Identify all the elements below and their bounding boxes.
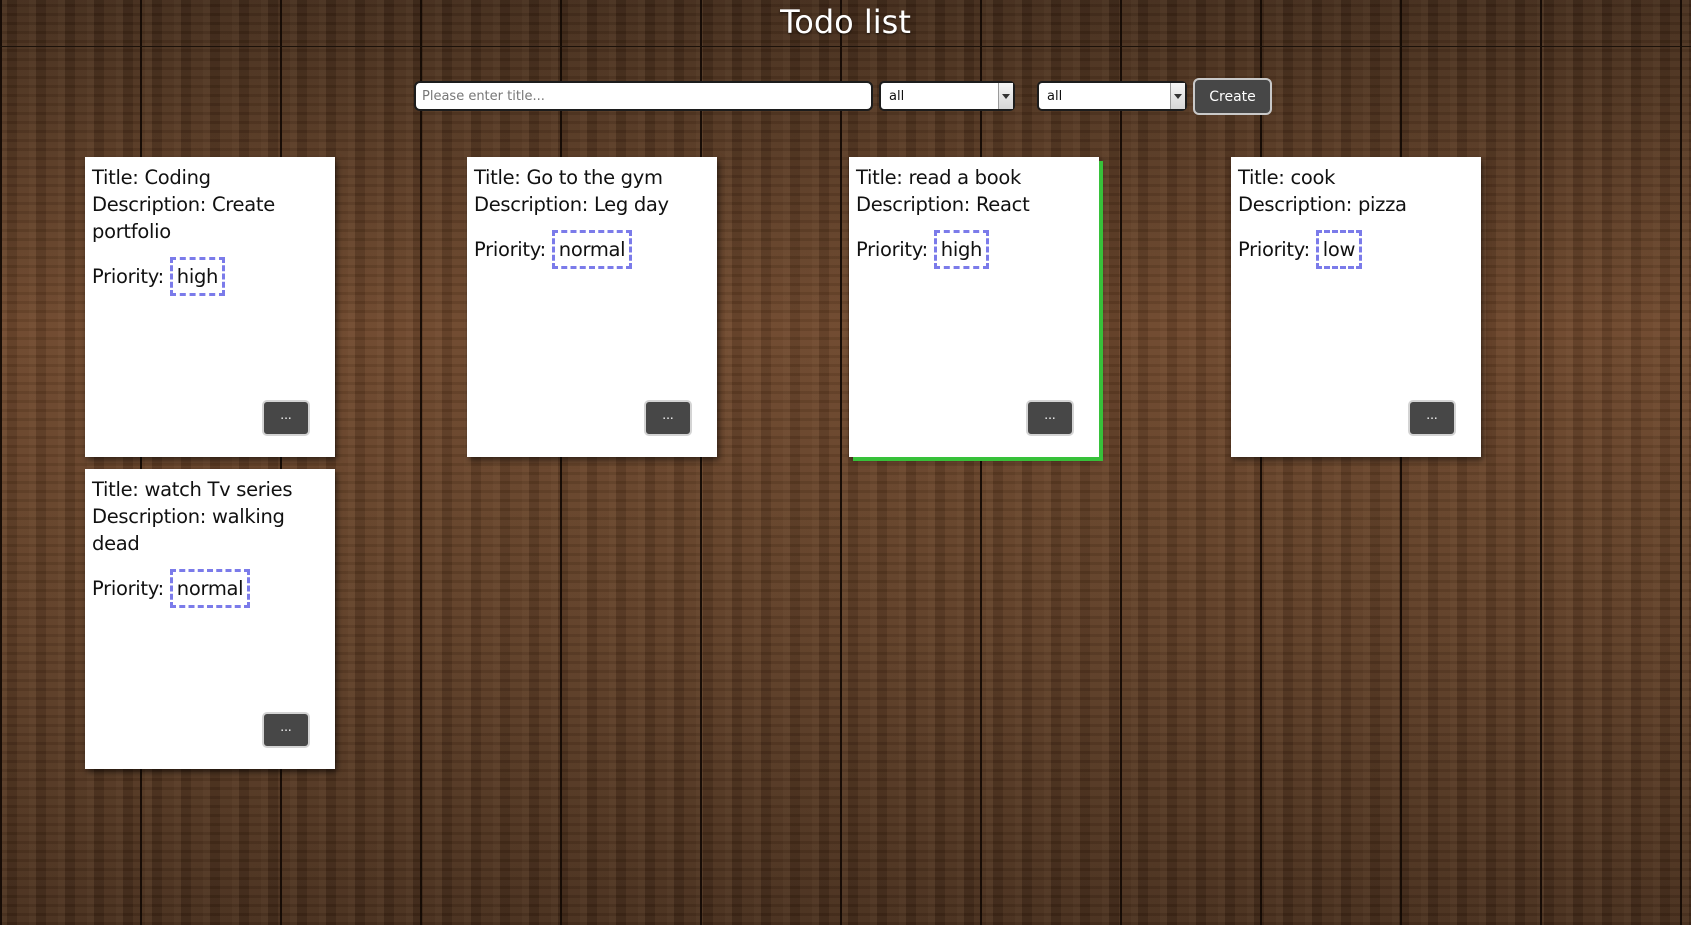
todo-title: Title: cook	[1238, 164, 1474, 191]
title-value: Coding	[144, 166, 211, 189]
todo-card: Title: Coding Description: Create portfo…	[85, 157, 335, 457]
description-label: Description:	[92, 505, 212, 528]
chevron-down-icon	[1170, 83, 1185, 109]
priority-filter-value: all	[889, 89, 905, 104]
todo-priority: Priority: normal	[92, 569, 328, 608]
todo-description: Description: Create portfolio	[92, 191, 328, 245]
more-options-button[interactable]: ...	[1408, 400, 1456, 436]
priority-label: Priority:	[474, 238, 552, 261]
description-value: Leg day	[593, 193, 669, 216]
title-input[interactable]	[414, 81, 873, 111]
todo-description: Description: pizza	[1238, 191, 1474, 218]
chevron-down-icon	[998, 83, 1013, 109]
priority-badge: normal	[169, 569, 251, 608]
title-value: Go to the gym	[526, 166, 663, 189]
description-label: Description:	[474, 193, 594, 216]
todo-description: Description: React	[856, 191, 1092, 218]
more-options-button[interactable]: ...	[1026, 400, 1074, 436]
priority-label: Priority:	[92, 577, 170, 600]
todo-card: Title: watch Tv series Description: walk…	[85, 469, 335, 769]
priority-label: Priority:	[1238, 238, 1316, 261]
todo-priority: Priority: normal	[474, 230, 710, 269]
title-label: Title:	[474, 166, 527, 189]
title-value: cook	[1290, 166, 1336, 189]
description-value: pizza	[1357, 193, 1407, 216]
todo-card: Title: cook Description: pizza Priority:…	[1231, 157, 1481, 457]
priority-badge: normal	[551, 230, 633, 269]
status-filter-value: all	[1047, 89, 1063, 104]
description-label: Description:	[92, 193, 212, 216]
todo-card-selected: Title: read a book Description: React Pr…	[849, 157, 1099, 457]
description-label: Description:	[856, 193, 976, 216]
page-title: Todo list	[780, 3, 911, 41]
status-filter-select[interactable]: all	[1037, 81, 1187, 111]
todo-title: Title: Go to the gym	[474, 164, 710, 191]
priority-label: Priority:	[92, 265, 170, 288]
priority-filter-select[interactable]: all	[879, 81, 1015, 111]
todo-priority: Priority: low	[1238, 230, 1474, 269]
priority-label: Priority:	[856, 238, 934, 261]
priority-badge: low	[1315, 230, 1363, 269]
todo-priority: Priority: high	[92, 257, 328, 296]
header: Todo list	[0, 0, 1691, 47]
more-options-button[interactable]: ...	[644, 400, 692, 436]
title-label: Title:	[92, 166, 145, 189]
title-label: Title:	[856, 166, 909, 189]
more-options-button[interactable]: ...	[262, 400, 310, 436]
title-value: watch Tv series	[144, 478, 293, 501]
todo-title: Title: watch Tv series	[92, 476, 328, 503]
title-label: Title:	[92, 478, 145, 501]
title-label: Title:	[1238, 166, 1291, 189]
create-button[interactable]: Create	[1193, 78, 1272, 115]
priority-badge: high	[933, 230, 990, 269]
priority-badge: high	[169, 257, 226, 296]
todo-priority: Priority: high	[856, 230, 1092, 269]
todo-title: Title: read a book	[856, 164, 1092, 191]
description-value: React	[975, 193, 1030, 216]
todo-description: Description: Leg day	[474, 191, 710, 218]
todo-description: Description: walking dead	[92, 503, 328, 557]
more-options-button[interactable]: ...	[262, 712, 310, 748]
description-label: Description:	[1238, 193, 1358, 216]
todo-card: Title: Go to the gym Description: Leg da…	[467, 157, 717, 457]
todo-title: Title: Coding	[92, 164, 328, 191]
title-value: read a book	[908, 166, 1021, 189]
